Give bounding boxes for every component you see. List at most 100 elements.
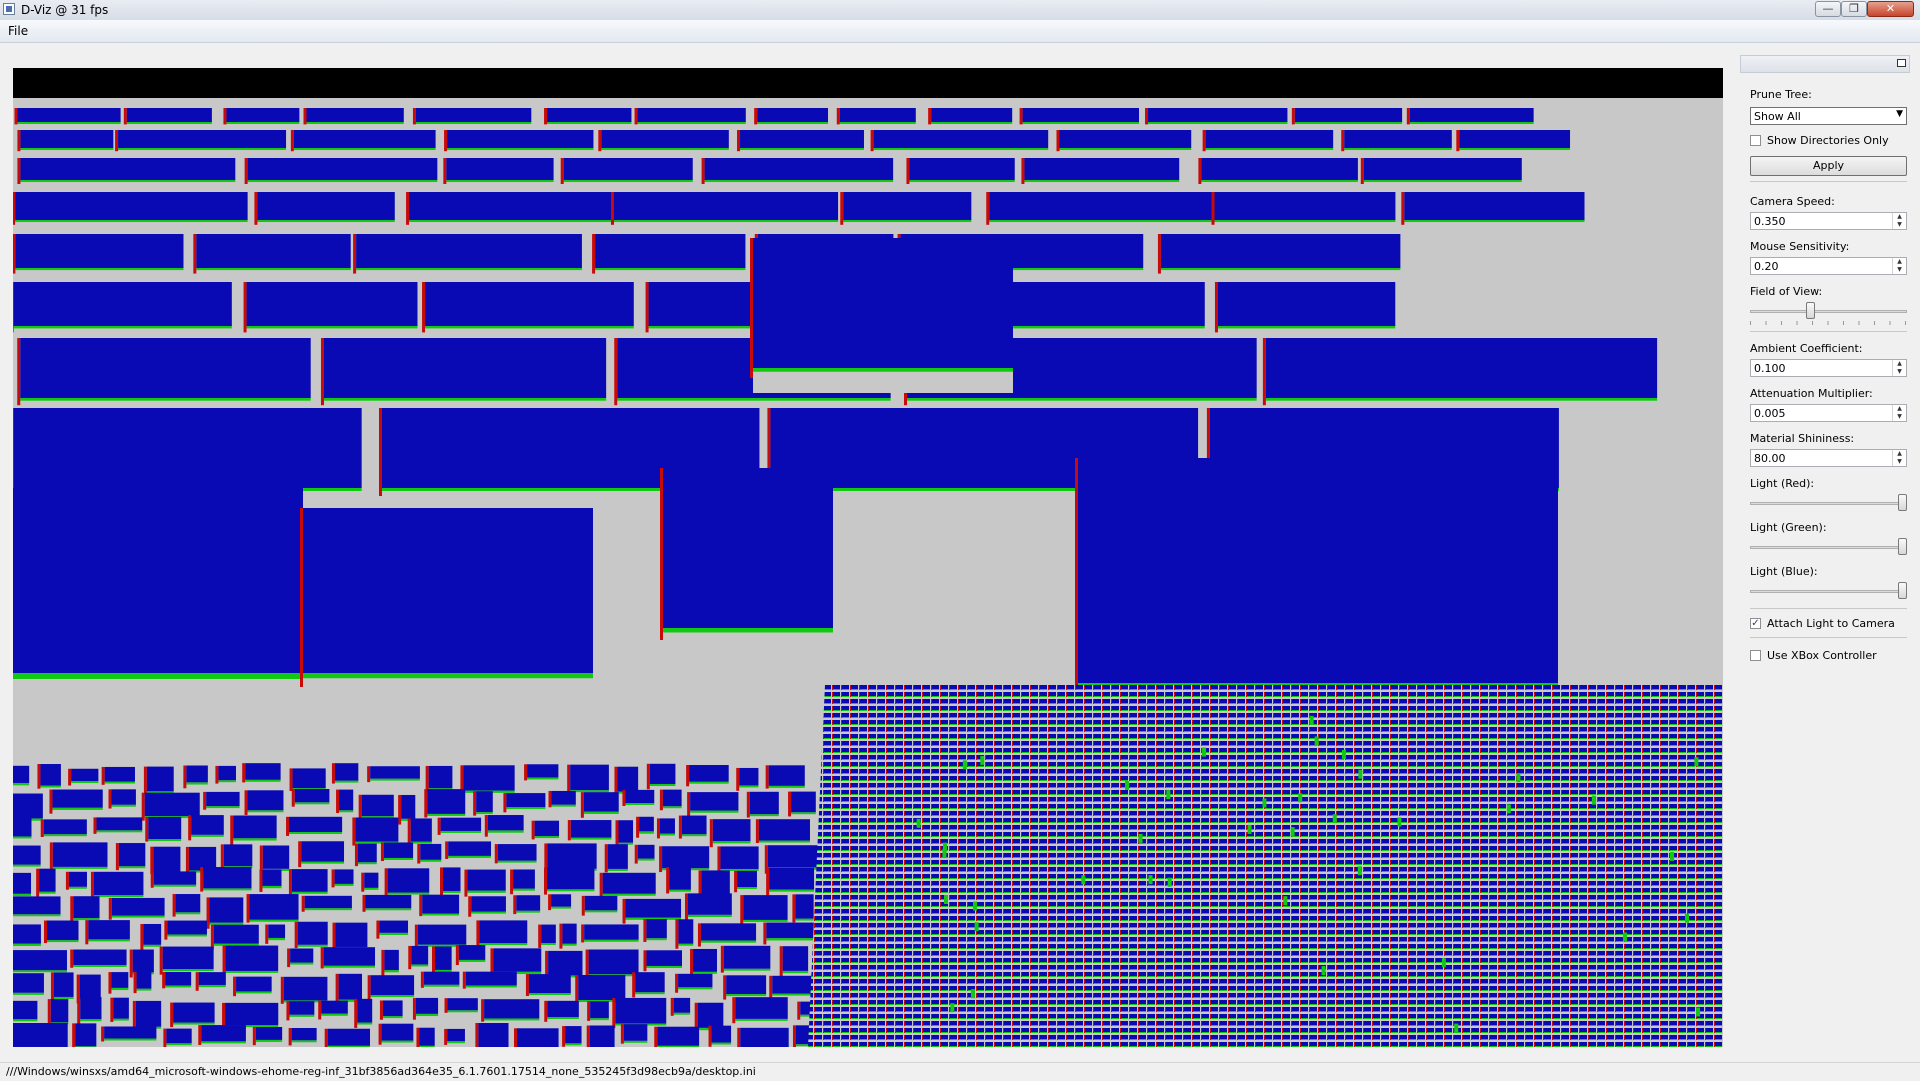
small-block-top [191, 815, 224, 835]
small-block-red-edge [196, 972, 199, 991]
spike [1139, 834, 1143, 843]
upper-block-top [1266, 338, 1657, 398]
small-block-top [384, 950, 398, 970]
close-button[interactable]: ✕ [1867, 1, 1914, 17]
spin-arrow-icon[interactable]: ▲▼ [1892, 360, 1906, 376]
small-block-top [298, 922, 328, 945]
spin-arrow-icon[interactable]: ▲▼ [1892, 450, 1906, 466]
small-block-top [80, 997, 101, 1019]
small-block-red-edge [385, 868, 388, 895]
upper-block-green-edge [1459, 148, 1570, 150]
small-block-green-edge [73, 965, 126, 967]
small-block-top [13, 896, 61, 914]
small-block-green-edge [201, 1041, 246, 1043]
small-block-red-edge [445, 841, 448, 859]
apply-button[interactable]: Apply [1750, 156, 1907, 176]
small-block-top [418, 925, 466, 945]
small-block-top [54, 972, 74, 997]
light-blue-slider[interactable] [1750, 582, 1907, 602]
small-block-top [96, 817, 142, 830]
upper-block-top [601, 130, 729, 148]
small-block-top [292, 869, 328, 892]
small-block-top [615, 998, 666, 1024]
upper-block-red-edge [444, 130, 447, 151]
small-block-red-edge [70, 896, 73, 921]
small-block-green-edge [635, 992, 665, 994]
small-block-top [321, 1001, 348, 1014]
ambient-coefficient-input[interactable] [1754, 361, 1884, 375]
treemap-scene[interactable] [13, 68, 1723, 1047]
menu-bar: File [0, 20, 1920, 43]
treemap-3d-viewport[interactable] [13, 68, 1723, 1047]
status-bar: ///Windows/winsxs/amd64_microsoft-window… [0, 1062, 1920, 1081]
upper-block-green-edge [15, 268, 183, 270]
slider-thumb[interactable] [1898, 582, 1907, 599]
upper-block-top [843, 192, 971, 220]
slider-thumb[interactable] [1898, 538, 1907, 555]
attenuation-multiplier-spinbox[interactable]: ▲▼ [1750, 404, 1907, 422]
prune-tree-select[interactable]: Show All ▼ [1750, 107, 1907, 125]
spike [1333, 814, 1337, 823]
material-shininess-spinbox[interactable]: ▲▼ [1750, 449, 1907, 467]
slider-thumb[interactable] [1898, 494, 1907, 511]
platform-red-edge [300, 508, 303, 687]
small-block-top [547, 843, 596, 868]
field-of-view-slider[interactable] [1750, 302, 1907, 322]
spin-arrow-icon[interactable]: ▲▼ [1892, 258, 1906, 274]
small-block-top [488, 815, 524, 830]
small-block-green-edge [328, 1046, 370, 1047]
small-block-red-edge [737, 1028, 740, 1047]
small-block-top [529, 974, 571, 993]
small-block-green-edge [44, 834, 87, 836]
upper-block-red-edge [837, 108, 840, 124]
small-block-red-edge [222, 1003, 225, 1028]
upper-block-red-edge [379, 408, 382, 496]
small-block-green-edge [379, 933, 408, 935]
mouse-sensitivity-input[interactable] [1754, 259, 1884, 273]
small-block-red-edge [44, 920, 47, 943]
small-block-green-edge [479, 943, 527, 945]
upper-block-green-edge [907, 398, 1257, 401]
small-block-top [293, 768, 326, 788]
mouse-sensitivity-spinbox[interactable]: ▲▼ [1750, 257, 1907, 275]
small-block-red-edge [732, 997, 735, 1023]
small-block-red-edge [68, 769, 71, 786]
upper-block-red-edge [561, 158, 564, 184]
panel-float-icon[interactable] [1897, 59, 1906, 67]
camera-speed-input[interactable] [1754, 214, 1884, 228]
small-block-red-edge [636, 817, 639, 838]
small-block-green-edge [301, 862, 344, 864]
small-block-green-edge [783, 971, 808, 973]
small-block-top [476, 791, 493, 812]
small-block-green-edge [88, 939, 130, 941]
spike [1358, 866, 1362, 875]
attenuation-multiplier-input[interactable] [1754, 406, 1884, 420]
spin-arrow-icon[interactable]: ▲▼ [1892, 213, 1906, 229]
small-block-red-edge [792, 894, 795, 922]
spin-arrow-icon[interactable]: ▲▼ [1892, 405, 1906, 421]
upper-block-top [1148, 108, 1287, 122]
small-block-top [263, 846, 289, 869]
small-block-red-edge [510, 869, 513, 894]
ambient-coefficient-spinbox[interactable]: ▲▼ [1750, 359, 1907, 377]
material-shininess-input[interactable] [1754, 451, 1884, 465]
upper-block-green-edge [740, 148, 864, 150]
small-block-top [625, 790, 654, 803]
maximize-button[interactable]: ❐ [1841, 1, 1867, 17]
small-block-green-edge [358, 862, 377, 864]
small-block-red-edge [253, 1027, 256, 1045]
small-block-red-edge [381, 842, 384, 861]
slider-thumb[interactable] [1806, 302, 1815, 319]
small-block-top [513, 869, 535, 888]
small-block-top [13, 950, 67, 970]
camera-speed-spinbox[interactable]: ▲▼ [1750, 212, 1907, 230]
minimize-button[interactable]: — [1815, 1, 1841, 17]
spike [1125, 781, 1129, 790]
small-block-green-edge [206, 806, 239, 808]
small-block-red-edge [503, 793, 506, 812]
light-red-slider[interactable] [1750, 494, 1907, 514]
menu-file[interactable]: File [8, 24, 28, 38]
light-green-slider[interactable] [1750, 538, 1907, 558]
upper-block-top [1344, 130, 1452, 148]
small-block-green-edge [424, 985, 459, 987]
